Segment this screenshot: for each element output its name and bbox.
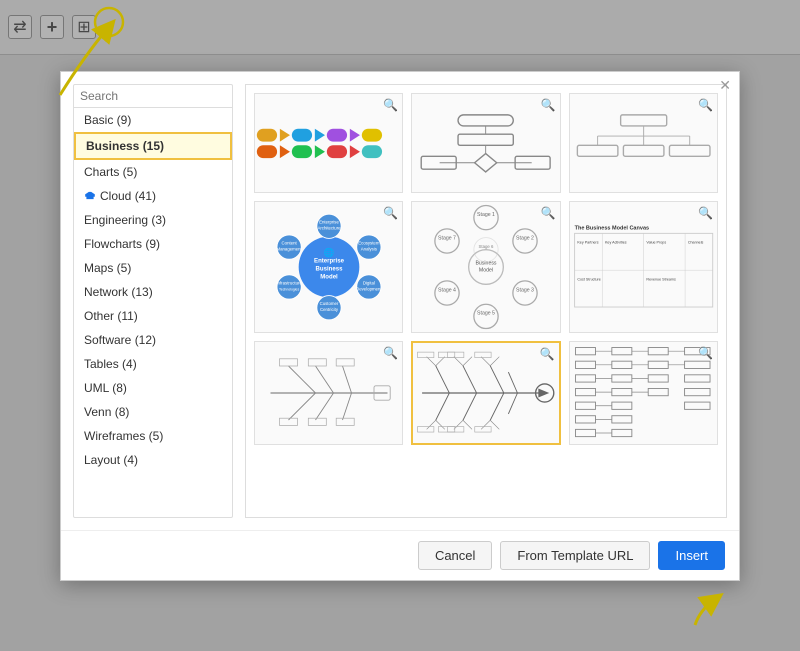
dialog-footer: Cancel From Template URL Insert <box>61 530 739 580</box>
svg-text:Stage 4: Stage 4 <box>438 287 456 293</box>
template-card-enterprise-bm[interactable]: 🔍 Enterprise Business Model Enterprise A… <box>254 201 403 333</box>
magnify-icon-2[interactable]: 🔍 <box>541 98 556 112</box>
template-card-flowchart-basic[interactable]: 🔍 <box>411 93 560 193</box>
close-button[interactable]: ✕ <box>719 78 731 92</box>
svg-text:Customer: Customer <box>319 301 338 306</box>
template-grid: 🔍 <box>245 84 727 518</box>
category-layout[interactable]: Layout (4) <box>74 448 232 472</box>
category-cloud[interactable]: Cloud (41) <box>74 184 232 208</box>
category-software[interactable]: Software (12) <box>74 328 232 352</box>
svg-text:The Business Model Canvas: The Business Model Canvas <box>574 226 648 232</box>
category-business[interactable]: Business (15) <box>74 132 232 160</box>
svg-text:Enterprise: Enterprise <box>314 258 345 264</box>
category-tables[interactable]: Tables (4) <box>74 352 232 376</box>
magnify-icon-9[interactable]: 🔍 <box>698 346 713 360</box>
svg-text:Key Activities: Key Activities <box>605 240 627 244</box>
magnify-icon-4[interactable]: 🔍 <box>383 206 398 220</box>
template-card-process-left[interactable]: 🔍 <box>254 341 403 445</box>
category-engineering[interactable]: Engineering (3) <box>74 208 232 232</box>
magnify-icon-5[interactable]: 🔍 <box>541 206 556 220</box>
svg-text:Key Partners: Key Partners <box>577 240 598 244</box>
from-template-url-button[interactable]: From Template URL <box>500 541 650 570</box>
magnify-icon-8[interactable]: 🔍 <box>540 347 555 361</box>
category-wireframes[interactable]: Wireframes (5) <box>74 424 232 448</box>
search-input[interactable] <box>80 89 233 103</box>
svg-text:Stage 6: Stage 6 <box>479 243 495 248</box>
svg-text:Content: Content <box>281 240 297 245</box>
magnify-icon-1[interactable]: 🔍 <box>383 98 398 112</box>
search-box: 🔍 <box>74 85 232 108</box>
template-card-fishbone-selected[interactable]: 🔍 <box>411 341 560 445</box>
svg-text:Technologies: Technologies <box>279 287 299 291</box>
svg-text:Revenue Streams: Revenue Streams <box>646 277 676 281</box>
cancel-button[interactable]: Cancel <box>418 541 492 570</box>
category-network[interactable]: Network (13) <box>74 280 232 304</box>
template-card-bm-canvas[interactable]: 🔍 The Business Model Canvas Key Partners… <box>569 201 718 333</box>
svg-text:Stage 5: Stage 5 <box>477 310 495 316</box>
template-card-org-chart[interactable]: 🔍 <box>569 93 718 193</box>
svg-text:Channels: Channels <box>688 240 704 244</box>
magnify-icon-3[interactable]: 🔍 <box>698 98 713 112</box>
template-dialog: ✕ 🔍 Basic (9) Business (15) Charts (5) C… <box>60 71 740 581</box>
svg-text:Business: Business <box>315 266 343 272</box>
dialog-body: 🔍 Basic (9) Business (15) Charts (5) Clo… <box>61 72 739 530</box>
svg-text:Stage 7: Stage 7 <box>438 235 456 241</box>
category-maps[interactable]: Maps (5) <box>74 256 232 280</box>
modal-overlay: ✕ 🔍 Basic (9) Business (15) Charts (5) C… <box>0 0 800 651</box>
svg-text:Stage 3: Stage 3 <box>516 287 534 293</box>
svg-text:Centricity: Centricity <box>320 307 339 312</box>
category-list: Basic (9) Business (15) Charts (5) Cloud… <box>74 108 232 472</box>
category-flowcharts[interactable]: Flowcharts (9) <box>74 232 232 256</box>
template-card-network-diagram[interactable]: 🔍 <box>569 341 718 445</box>
svg-text:Cost Structure: Cost Structure <box>577 277 600 281</box>
category-other[interactable]: Other (11) <box>74 304 232 328</box>
svg-text:Stage 2: Stage 2 <box>516 235 534 241</box>
category-basic[interactable]: Basic (9) <box>74 108 232 132</box>
svg-text:Model: Model <box>320 274 338 280</box>
magnify-icon-7[interactable]: 🔍 <box>383 346 398 360</box>
svg-text:Analysis: Analysis <box>360 246 376 251</box>
svg-text:🌐: 🌐 <box>323 247 334 257</box>
magnify-icon-6[interactable]: 🔍 <box>698 206 713 220</box>
template-card-process-flow[interactable]: 🔍 <box>254 93 403 193</box>
svg-text:Architecture: Architecture <box>317 225 341 230</box>
svg-text:Digital: Digital <box>363 280 375 285</box>
category-sidebar: 🔍 Basic (9) Business (15) Charts (5) Clo… <box>73 84 233 518</box>
category-venn[interactable]: Venn (8) <box>74 400 232 424</box>
template-card-stages-circle[interactable]: 🔍 Business Model Stage 1 Stage 2 Stage 3 <box>411 201 560 333</box>
svg-text:Development: Development <box>356 286 382 291</box>
svg-text:Value Props: Value Props <box>646 240 666 244</box>
insert-button[interactable]: Insert <box>658 541 725 570</box>
category-uml[interactable]: UML (8) <box>74 376 232 400</box>
svg-text:Management: Management <box>276 246 302 251</box>
svg-text:Ecosystem: Ecosystem <box>358 240 380 245</box>
svg-text:Enterprise: Enterprise <box>319 219 339 224</box>
svg-text:Infrastructure: Infrastructure <box>276 280 302 285</box>
svg-text:Stage 1: Stage 1 <box>477 211 495 217</box>
svg-text:Model: Model <box>479 267 493 273</box>
svg-text:Business: Business <box>475 260 496 266</box>
category-charts[interactable]: Charts (5) <box>74 160 232 184</box>
cloud-icon <box>84 190 96 202</box>
